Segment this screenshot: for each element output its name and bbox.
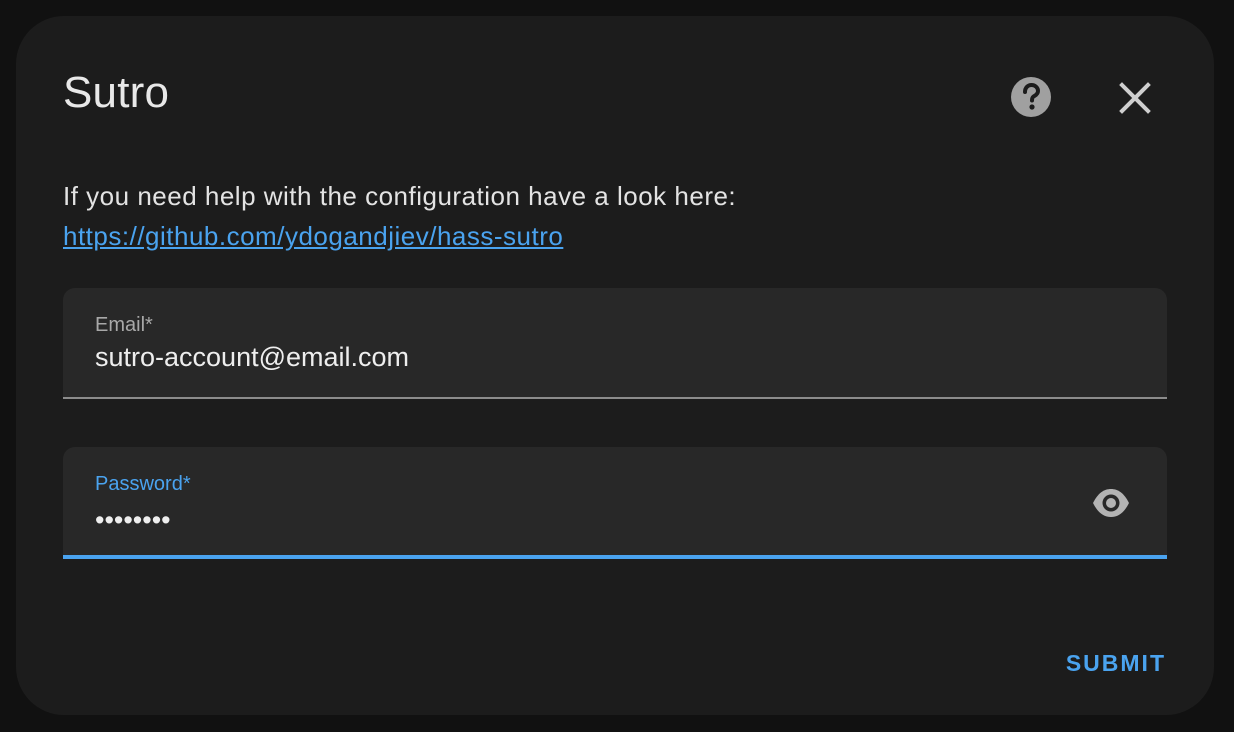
help-text: If you need help with the configuration … [63,181,737,211]
dialog-title: Sutro [63,68,170,117]
submit-button[interactable]: SUBMIT [1066,650,1166,677]
config-dialog: Sutro If you need help with the configur… [16,16,1214,715]
github-link[interactable]: https://github.com/ydogandjiev/hass-sutr… [63,221,563,251]
email-input[interactable] [95,342,995,373]
eye-icon[interactable] [1091,485,1131,521]
password-field[interactable]: Password* •••••••• [63,447,1167,559]
close-icon[interactable] [1113,76,1157,120]
help-description: If you need help with the configuration … [63,176,736,256]
help-icon[interactable] [1010,76,1052,118]
email-label: Email* [95,314,153,336]
password-label: Password* [95,473,191,495]
password-input[interactable]: •••••••• [95,505,995,536]
email-field[interactable]: Email* [63,288,1167,399]
